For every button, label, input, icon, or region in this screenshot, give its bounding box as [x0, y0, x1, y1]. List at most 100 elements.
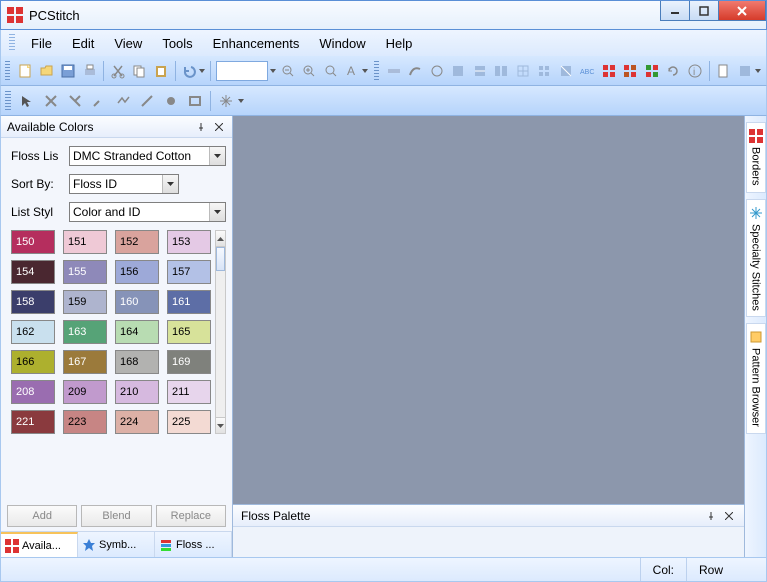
color-swatch[interactable]: 162 [11, 320, 55, 344]
line-tool-icon[interactable] [136, 90, 158, 112]
open-icon[interactable] [37, 60, 57, 82]
quarter-tool-icon[interactable] [88, 90, 110, 112]
tool-g-icon[interactable] [513, 60, 533, 82]
color-swatch[interactable]: 156 [115, 260, 159, 284]
vtab-borders[interactable]: Borders [746, 122, 766, 193]
palette-close-icon[interactable] [722, 509, 736, 523]
tool-f-icon[interactable] [492, 60, 512, 82]
color-swatch[interactable]: 225 [167, 410, 211, 434]
palette-pin-icon[interactable] [704, 509, 718, 523]
workspace[interactable] [233, 116, 744, 505]
paste-icon[interactable] [151, 60, 171, 82]
text-icon[interactable]: A [343, 60, 363, 82]
color-swatch[interactable]: 169 [167, 350, 211, 374]
menu-edit[interactable]: Edit [62, 34, 104, 53]
undo-dropdown[interactable] [198, 60, 207, 82]
color-swatch[interactable]: 166 [11, 350, 55, 374]
scroll-down-icon[interactable] [216, 417, 225, 433]
minimize-button[interactable] [660, 1, 690, 21]
dot-tool-icon[interactable] [160, 90, 182, 112]
maximize-button[interactable] [689, 1, 719, 21]
menu-window[interactable]: Window [309, 34, 375, 53]
tool-a-icon[interactable] [384, 60, 404, 82]
color-swatch[interactable]: 224 [115, 410, 159, 434]
toolbar-grip[interactable] [5, 61, 10, 81]
tool-red2-icon[interactable] [621, 60, 641, 82]
tool-green-icon[interactable] [642, 60, 662, 82]
color-swatch[interactable]: 155 [63, 260, 107, 284]
tool-e-icon[interactable] [470, 60, 490, 82]
sort-by-select[interactable]: Floss ID [69, 174, 179, 194]
color-swatch[interactable]: 164 [115, 320, 159, 344]
tool-d-icon[interactable] [449, 60, 469, 82]
backstitch-tool-icon[interactable] [112, 90, 134, 112]
zoom-dropdown[interactable] [268, 60, 277, 82]
tool-doc-icon[interactable] [713, 60, 733, 82]
color-swatch[interactable]: 163 [63, 320, 107, 344]
color-swatch[interactable]: 154 [11, 260, 55, 284]
toolbar-overflow[interactable] [753, 60, 762, 82]
toolbar-grip-3[interactable] [5, 91, 11, 111]
print-icon[interactable] [80, 60, 100, 82]
toolbar-grip-2[interactable] [374, 61, 379, 81]
color-swatch[interactable]: 210 [115, 380, 159, 404]
tool-refresh-icon[interactable] [664, 60, 684, 82]
swatch-scrollbar[interactable] [215, 230, 226, 434]
zoom-combo[interactable] [216, 61, 269, 81]
color-swatch[interactable]: 208 [11, 380, 55, 404]
color-swatch[interactable]: 161 [167, 290, 211, 314]
tab-floss[interactable]: Floss ... [155, 532, 232, 557]
menu-view[interactable]: View [104, 34, 152, 53]
zoom-in-icon[interactable] [300, 60, 320, 82]
halfstitch-tool-icon[interactable] [64, 90, 86, 112]
scroll-thumb[interactable] [216, 247, 225, 271]
floss-list-select[interactable]: DMC Stranded Cotton [69, 146, 226, 166]
color-swatch[interactable]: 165 [167, 320, 211, 344]
color-swatch[interactable]: 153 [167, 230, 211, 254]
save-icon[interactable] [58, 60, 78, 82]
draw-toolbar-overflow[interactable] [236, 90, 246, 112]
undo-icon[interactable] [180, 60, 200, 82]
special-tool-icon[interactable] [215, 90, 237, 112]
color-swatch[interactable]: 157 [167, 260, 211, 284]
zoom-out-icon[interactable] [278, 60, 298, 82]
replace-button[interactable]: Replace [156, 505, 226, 527]
pin-icon[interactable] [194, 120, 208, 134]
list-style-select[interactable]: Color and ID [69, 202, 226, 222]
tool-info-icon[interactable]: i [685, 60, 705, 82]
tool-b-icon[interactable] [406, 60, 426, 82]
menu-file[interactable]: File [21, 34, 62, 53]
tool-i-icon[interactable] [556, 60, 576, 82]
tool-c-icon[interactable] [427, 60, 447, 82]
color-swatch[interactable]: 160 [115, 290, 159, 314]
color-swatch[interactable]: 151 [63, 230, 107, 254]
cut-icon[interactable] [108, 60, 128, 82]
rect-tool-icon[interactable] [184, 90, 206, 112]
color-swatch[interactable]: 223 [63, 410, 107, 434]
zoom-menu-dropdown[interactable] [361, 60, 370, 82]
close-panel-icon[interactable] [212, 120, 226, 134]
tool-h-icon[interactable] [535, 60, 555, 82]
color-swatch[interactable]: 150 [11, 230, 55, 254]
blend-button[interactable]: Blend [81, 505, 151, 527]
color-swatch[interactable]: 158 [11, 290, 55, 314]
copy-icon[interactable] [130, 60, 150, 82]
vtab-pattern-browser[interactable]: Pattern Browser [746, 323, 766, 434]
menu-help[interactable]: Help [376, 34, 423, 53]
add-button[interactable]: Add [7, 505, 77, 527]
new-icon[interactable] [15, 60, 35, 82]
scroll-up-icon[interactable] [216, 231, 225, 247]
stitch-tool-icon[interactable] [40, 90, 62, 112]
menubar-grip[interactable] [9, 34, 15, 52]
menu-enhancements[interactable]: Enhancements [203, 34, 310, 53]
tab-symbols[interactable]: Symb... [78, 532, 155, 557]
tab-available[interactable]: Availa... [1, 532, 78, 557]
color-swatch[interactable]: 152 [115, 230, 159, 254]
color-swatch[interactable]: 159 [63, 290, 107, 314]
color-swatch[interactable]: 221 [11, 410, 55, 434]
color-swatch[interactable]: 167 [63, 350, 107, 374]
tool-last-icon[interactable] [735, 60, 755, 82]
color-swatch[interactable]: 168 [115, 350, 159, 374]
zoom-fit-icon[interactable] [321, 60, 341, 82]
tool-red1-icon[interactable] [599, 60, 619, 82]
